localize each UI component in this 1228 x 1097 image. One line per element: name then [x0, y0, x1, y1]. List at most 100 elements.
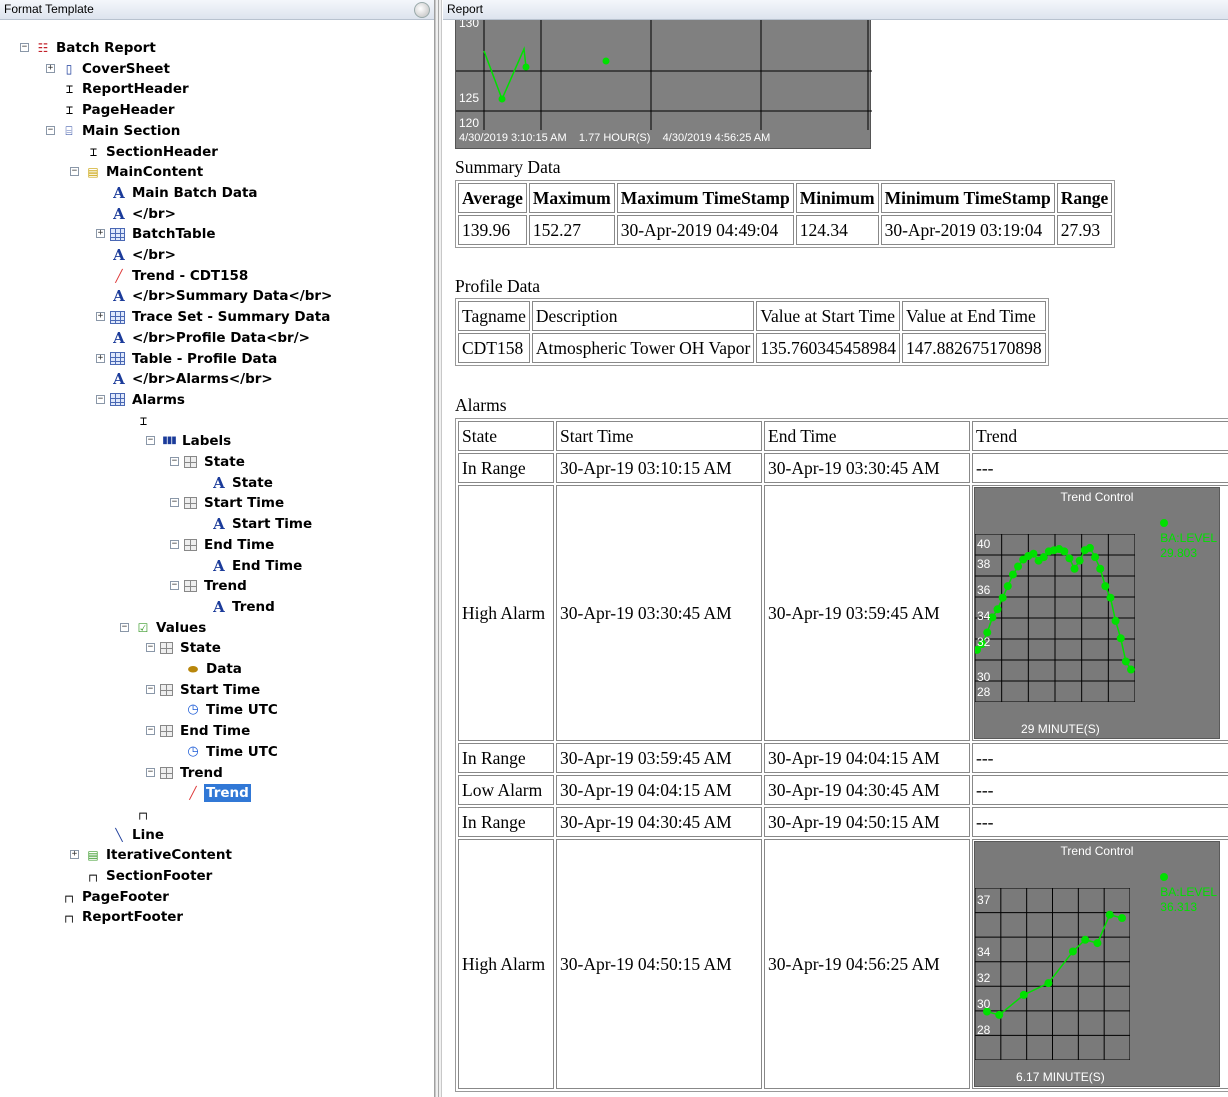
tree-node[interactable]: ◷ Time UTC — [184, 742, 280, 762]
tree-node-label: </br>Alarms</br> — [132, 371, 273, 388]
collapse-icon[interactable]: − — [146, 767, 155, 777]
alarm-end: 30-Apr-19 04:04:15 AM — [764, 743, 970, 773]
tree-node[interactable]: A Trend — [210, 597, 277, 617]
column-header: Start Time — [556, 421, 762, 451]
tree-node[interactable]: ┌┐ ReportFooter — [60, 907, 185, 927]
tree-node[interactable]: ╱ Trend - CDT158 — [110, 266, 250, 286]
expand-icon[interactable]: + — [96, 312, 105, 322]
tree-node[interactable]: − ▮▮▮ Labels — [146, 431, 233, 451]
tree-node[interactable]: − State — [146, 638, 223, 658]
expand-icon[interactable]: + — [96, 353, 105, 363]
column-header: Range — [1056, 183, 1113, 213]
tree-node[interactable]: A </br>Summary Data</br> — [110, 286, 334, 306]
tree-node-label: Alarms — [132, 391, 185, 408]
trend-point — [1081, 935, 1090, 944]
table-header-row: Tagname Description Value at Start Time … — [458, 301, 1046, 331]
tree-node[interactable]: ◷ Time UTC — [184, 700, 280, 720]
tree-node[interactable]: ⬬ Data — [184, 659, 244, 679]
trend-point — [1116, 634, 1125, 643]
tree-node-label: Trend — [204, 578, 247, 595]
tree-node[interactable]: ┌┐ PageFooter — [60, 887, 171, 907]
tree-node[interactable]: A State — [210, 473, 275, 493]
tree-node[interactable]: − End Time — [146, 721, 252, 741]
tree-node[interactable]: + Trace Set - Summary Data — [96, 307, 332, 327]
tree-node[interactable]: − State — [170, 452, 247, 472]
collapse-icon[interactable]: − — [146, 726, 155, 736]
collapse-icon[interactable]: − — [46, 125, 55, 135]
alarm-state: High Alarm — [458, 839, 554, 1089]
tree-node[interactable]: − Start Time — [170, 493, 286, 513]
tree-node[interactable]: A </br> — [110, 204, 178, 224]
collapse-icon[interactable]: − — [146, 643, 155, 653]
tree-node[interactable]: A Main Batch Data — [110, 183, 260, 203]
table-row: 139.96 152.27 30-Apr-2019 04:49:04 124.3… — [458, 215, 1113, 245]
expand-icon[interactable]: + — [46, 63, 55, 73]
cell-icon — [184, 580, 197, 593]
tree-node-label: Trace Set - Summary Data — [132, 309, 331, 326]
tree-node[interactable]: + ▤ IterativeContent — [70, 845, 234, 865]
y-tick-label: 36 — [977, 583, 991, 597]
y-tick-label: 40 — [977, 537, 991, 551]
trend-point — [1096, 564, 1105, 573]
collapse-icon[interactable]: − — [170, 498, 179, 508]
collapse-icon[interactable]: − — [96, 394, 105, 404]
table-row: In Range 30-Apr-19 04:30:45 AM 30-Apr-19… — [458, 807, 1228, 837]
alarm-trend: Trend Control BA:LEVEL 36.313 6.17 MINUT… — [972, 839, 1228, 1089]
header-icon: ⌶ — [65, 103, 73, 118]
collapse-icon[interactable]: − — [120, 622, 129, 632]
tree-node[interactable]: − ⌸ Main Section — [46, 121, 182, 141]
trend-point — [1019, 990, 1028, 999]
alarm-state: In Range — [458, 453, 554, 483]
tree-node[interactable]: ⌶ — [134, 411, 152, 431]
tree-node[interactable]: ┌┐ SectionFooter — [84, 866, 214, 886]
expand-icon[interactable]: + — [96, 229, 105, 239]
tree-node[interactable]: ╲ Line — [110, 825, 166, 845]
line-icon: ╲ — [115, 827, 123, 842]
tree-node[interactable]: − ☷ Batch Report — [20, 38, 158, 58]
expand-icon[interactable]: + — [70, 850, 79, 860]
table-header-row: Average Maximum Maximum TimeStamp Minimu… — [458, 183, 1113, 213]
collapse-icon[interactable]: − — [146, 436, 155, 446]
collapse-icon[interactable]: − — [146, 684, 155, 694]
tree-node[interactable]: − Trend — [146, 763, 225, 783]
tree-node[interactable]: ⌶ PageHeader — [60, 100, 177, 120]
tree-node[interactable]: + ▯ CoverSheet — [46, 59, 172, 79]
tree-node[interactable]: ╱ Trend — [184, 783, 251, 803]
cell-icon — [160, 725, 173, 738]
tree-node[interactable]: − Trend — [170, 576, 249, 596]
collapse-icon[interactable]: − — [20, 43, 29, 52]
tree-node[interactable]: − End Time — [170, 535, 276, 555]
collapse-icon[interactable]: − — [170, 539, 179, 549]
table-icon — [110, 227, 125, 241]
tree-node[interactable]: − Start Time — [146, 680, 262, 700]
trend-point — [1101, 582, 1110, 591]
tree-node-label: SectionFooter — [106, 868, 213, 884]
alarm-state: In Range — [458, 743, 554, 773]
tree-node[interactable]: A </br>Alarms</br> — [110, 369, 275, 389]
tree-node-label: Values — [156, 619, 207, 636]
tree-node[interactable]: A </br> — [110, 245, 178, 265]
tree-node[interactable]: − ☑ Values — [120, 618, 208, 638]
tree-node-label: Start Time — [180, 681, 261, 698]
tree-node[interactable]: ┌┐ — [134, 804, 152, 824]
tree-node[interactable]: − ▤ MainContent — [70, 162, 205, 182]
tree-node-label: PageHeader — [82, 102, 175, 119]
tree-node[interactable]: ⌶ ReportHeader — [60, 79, 191, 99]
tree-node[interactable]: A End Time — [210, 556, 304, 576]
tree-node-label: Start Time — [232, 516, 313, 533]
alarm-start: 30-Apr-19 03:10:15 AM — [556, 453, 762, 483]
pin-icon[interactable] — [414, 2, 430, 18]
collapse-icon[interactable]: − — [170, 581, 179, 591]
tree-node[interactable]: + BatchTable — [96, 224, 218, 244]
tree-node[interactable]: A Start Time — [210, 514, 314, 534]
tree-node[interactable]: ⌶ SectionHeader — [84, 142, 220, 162]
trend-icon: ╱ — [115, 268, 123, 283]
tree-node[interactable]: A </br>Profile Data<br/> — [110, 328, 312, 348]
collapse-icon[interactable]: − — [170, 457, 179, 466]
tree-node[interactable]: − Alarms — [96, 390, 187, 410]
collapse-icon[interactable]: − — [70, 167, 79, 177]
tree-node-label: Trend — [180, 764, 223, 781]
pane-splitter[interactable] — [435, 0, 442, 1097]
tree-node[interactable]: + Table - Profile Data — [96, 349, 279, 369]
alarm-trend-chart: Trend Control BA:LEVEL 29.803 29 MINUTE(… — [974, 487, 1220, 739]
